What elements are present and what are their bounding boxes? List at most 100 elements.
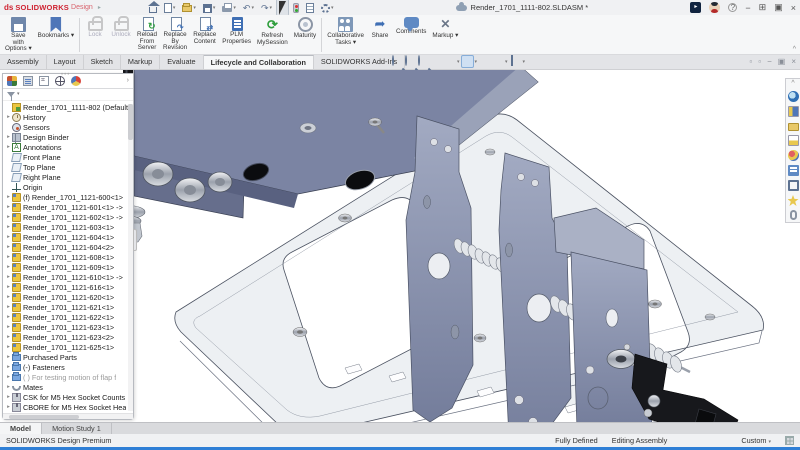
dropdown-caret-icon[interactable]: ▾ [233, 5, 236, 11]
restore-icon[interactable]: ▣ [774, 2, 783, 13]
solidworks-resources-tab[interactable] [788, 91, 799, 102]
tab-assembly[interactable]: Assembly [0, 55, 47, 69]
section-view-button[interactable] [431, 56, 442, 67]
print-button[interactable]: ▾ [220, 2, 238, 13]
tree-item[interactable]: ▸Render_1701_1121-603<1> [5, 222, 133, 232]
tree-item[interactable]: ▸Annotations [5, 142, 133, 152]
reload-from-server-button[interactable]: Reload From Server [134, 16, 160, 54]
open-button[interactable]: ▾ [180, 2, 198, 13]
tree-item[interactable]: ▸CSK for M5 Hex Socket Counts [5, 392, 133, 402]
expand-arrow-icon[interactable]: ▸ [5, 144, 12, 150]
select-button[interactable] [277, 0, 288, 16]
redo-button[interactable]: ↷▾ [259, 2, 274, 14]
expand-arrow-icon[interactable]: ▸ [5, 324, 12, 330]
tree-item[interactable]: ▸Render_1701_1121-620<1> [5, 292, 133, 302]
tree-vertical-scrollbar[interactable] [128, 104, 133, 411]
view-palette-tab[interactable] [788, 135, 799, 146]
units-selector[interactable]: Custom ▾ [741, 436, 771, 445]
panel-splitter[interactable] [133, 229, 137, 251]
expand-arrow-icon[interactable]: ▸ [5, 374, 12, 380]
tree-item[interactable]: ▸Render_1701_1121-601<1> -> [5, 202, 133, 212]
user-avatar[interactable] [709, 2, 720, 13]
tab-model[interactable]: Model [0, 423, 42, 434]
home-button[interactable] [147, 2, 159, 14]
displaymanager-tab[interactable] [71, 76, 81, 86]
tree-item[interactable]: ▸DerivedLPattern1 [5, 412, 133, 413]
expand-arrow-icon[interactable]: ▸ [5, 334, 12, 340]
expand-arrow-icon[interactable]: ▸ [5, 254, 12, 260]
appearances-scenes-tab[interactable] [788, 150, 799, 161]
display-style-button[interactable] [462, 56, 473, 67]
dropdown-caret-icon[interactable]: ▾ [251, 5, 254, 11]
tree-horizontal-scrollbar[interactable] [3, 413, 133, 419]
tree-item[interactable]: ▸Render_1701_1121-622<1> [5, 312, 133, 322]
expand-arrow-icon[interactable]: ▸ [5, 224, 12, 230]
dropdown-caret-icon[interactable]: ▾ [475, 59, 478, 65]
close-icon[interactable]: × [791, 3, 796, 13]
tree-item[interactable]: Origin [5, 182, 133, 192]
options-button[interactable]: ▾ [319, 2, 336, 14]
tree-item[interactable]: ▸(-) Fasteners [5, 362, 133, 372]
taskpane-collapse-icon[interactable]: ^ [791, 81, 794, 87]
statusbar-grid-icon[interactable] [785, 436, 794, 445]
replace-by-revision-button[interactable]: Replace By Revision [160, 16, 190, 54]
tree-item[interactable]: ▸Render_1701_1121-623<2> [5, 332, 133, 342]
pack-and-go-tab[interactable] [788, 180, 799, 191]
expand-arrow-icon[interactable]: ▸ [5, 404, 12, 410]
tree-item[interactable]: ▸Render_1701_1121-616<1> [5, 282, 133, 292]
expand-arrow-icon[interactable]: ▸ [5, 284, 12, 290]
expand-arrow-icon[interactable]: ▸ [5, 394, 12, 400]
filter-caret-icon[interactable]: ▾ [17, 91, 20, 97]
dropdown-caret-icon[interactable]: ▾ [523, 59, 526, 65]
apply-scene-button[interactable] [492, 56, 503, 67]
tab-motion-study-1[interactable]: Motion Study 1 [42, 423, 112, 434]
tree-item[interactable]: ▸Render_1701_1121-604<1> [5, 232, 133, 242]
tree-item[interactable]: ▸Render_1701_1121-608<1> [5, 252, 133, 262]
tree-item[interactable]: ▸Render_1701_1121-621<1> [5, 302, 133, 312]
restore-doc-icon[interactable]: ▣ [778, 57, 786, 66]
zoom-to-area-button[interactable] [405, 56, 416, 67]
panel-tabs-more-icon[interactable]: › [127, 77, 129, 84]
comments-button[interactable]: Comments [393, 16, 429, 54]
edit-appearance-button[interactable] [479, 56, 490, 67]
save-button[interactable]: ▾ [201, 2, 218, 14]
tree-item[interactable]: ▸Render_1701_1121-623<1> [5, 322, 133, 332]
expand-arrow-icon[interactable]: ▸ [5, 204, 12, 210]
view-settings-button[interactable] [510, 56, 521, 67]
minimize-doc-icon[interactable]: − [767, 57, 772, 66]
dropdown-caret-icon[interactable]: ▾ [505, 59, 508, 65]
expand-arrow-icon[interactable]: ▸ [5, 314, 12, 320]
file-explorer-tab[interactable] [788, 123, 799, 131]
new-window-icon[interactable]: ▫ [749, 57, 752, 66]
expand-arrow-icon[interactable]: ▸ [5, 384, 12, 390]
propertymanager-tab[interactable] [23, 76, 33, 86]
tree-item[interactable]: Front Plane [5, 152, 133, 162]
tree-item[interactable]: Sensors [5, 122, 133, 132]
expand-arrow-icon[interactable]: ▸ [5, 304, 12, 310]
tree-item[interactable]: ▸History [5, 112, 133, 122]
tree-item[interactable]: ▸Render_1701_1121-610<1> -> [5, 272, 133, 282]
filter-icon[interactable] [7, 92, 15, 97]
minimize-icon[interactable]: − [745, 3, 750, 13]
new-document-button[interactable]: ▾ [162, 2, 178, 14]
expand-arrow-icon[interactable]: ▸ [5, 264, 12, 270]
expand-arrow-icon[interactable]: ▸ [5, 274, 12, 280]
maturity-button[interactable]: Maturity [291, 16, 319, 54]
close-doc-icon[interactable]: × [791, 57, 796, 66]
dropdown-caret-icon[interactable]: ▾ [213, 5, 216, 11]
maximize-icon[interactable]: ⊞ [759, 2, 767, 13]
save-with-options-button[interactable]: Save with Options ▾ [2, 16, 35, 54]
expand-arrow-icon[interactable]: ▸ [5, 234, 12, 240]
tree-item[interactable]: ▸Render_1701_1121-602<1> -> [5, 212, 133, 222]
plm-properties-button[interactable]: PLM Properties [219, 16, 254, 54]
tile-window-icon[interactable]: ▫ [758, 57, 761, 66]
tree-item[interactable]: ▸(f) Render_1701_1121-600<1> [5, 192, 133, 202]
rebuild-button[interactable] [291, 2, 301, 14]
dimxpertmanager-tab[interactable] [55, 76, 65, 86]
expand-arrow-icon[interactable]: ▸ [5, 134, 12, 140]
configurationmanager-tab[interactable] [39, 76, 49, 86]
help-icon[interactable]: ? [728, 3, 737, 12]
custom-properties-tab[interactable] [788, 165, 799, 176]
bookmarks-button[interactable]: Bookmarks ▾ [35, 16, 77, 54]
zoom-to-fit-button[interactable] [392, 56, 403, 67]
